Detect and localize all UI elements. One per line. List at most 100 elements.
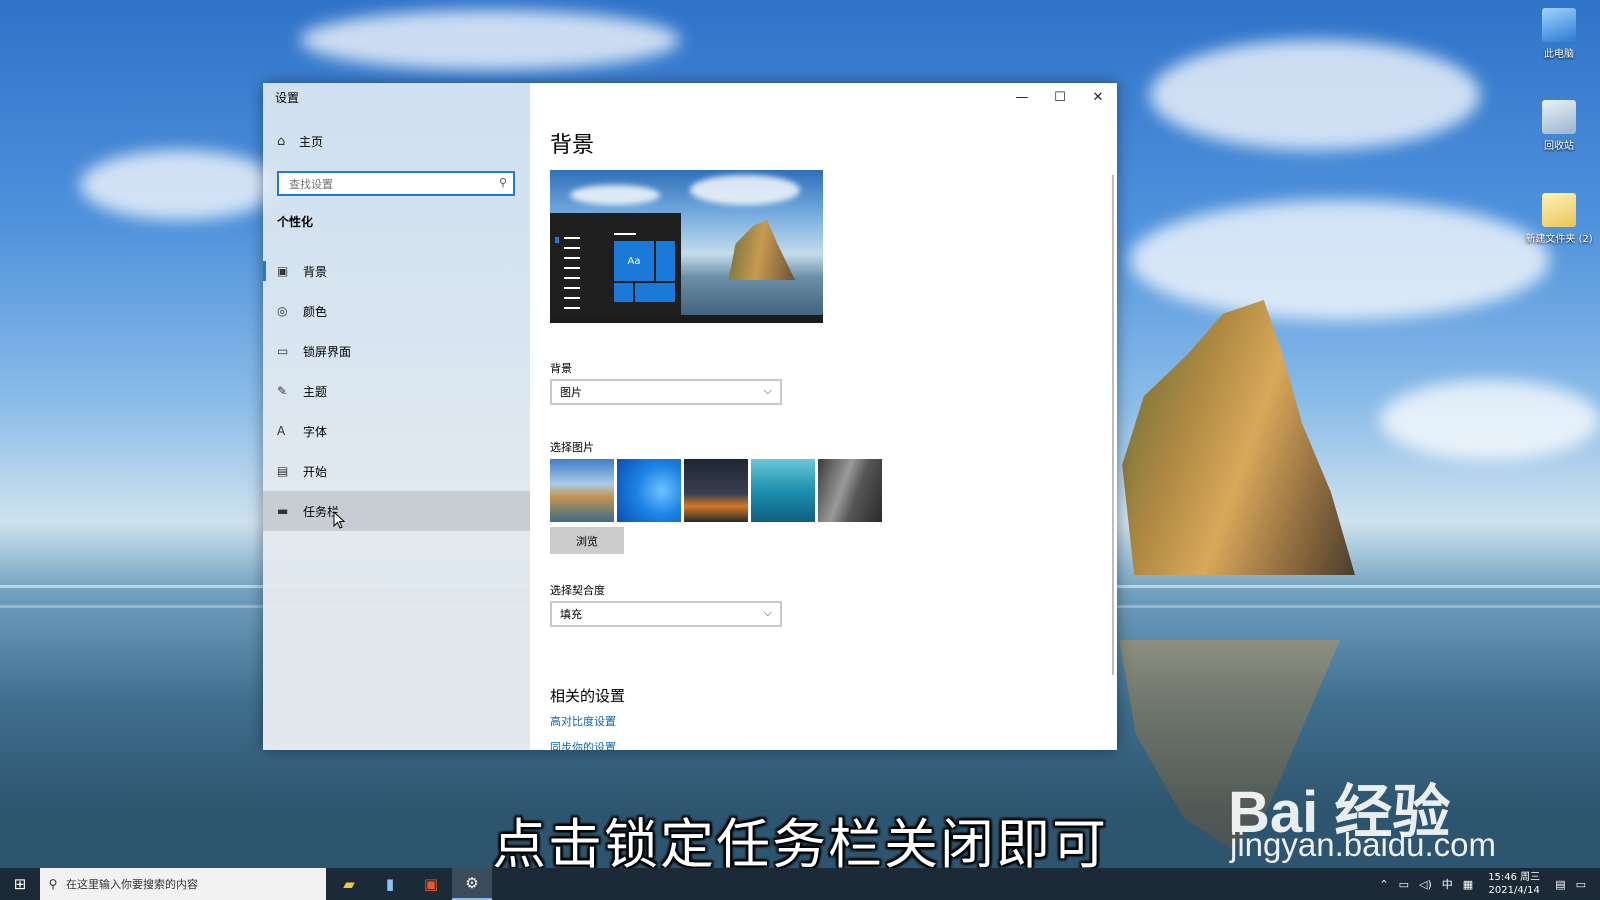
choose-picture-label: 选择图片 <box>550 441 594 454</box>
clock[interactable]: 15:46 周三 2021/4/14 <box>1488 871 1540 897</box>
action-center-icon[interactable]: ▭ <box>1576 878 1586 891</box>
preview-cloud <box>690 175 800 205</box>
preview-rock <box>728 220 795 280</box>
picture-thumbnail[interactable] <box>684 459 748 522</box>
high-contrast-link[interactable]: 高对比度设置 <box>550 713 616 729</box>
computer-icon <box>1542 8 1576 42</box>
minimize-button[interactable]: — <box>1003 83 1041 111</box>
picture-icon: ▣ <box>277 264 289 278</box>
preview-tile <box>635 283 675 302</box>
sync-settings-link[interactable]: 同步你的设置 <box>550 739 616 750</box>
preview-tile <box>656 241 675 281</box>
file-explorer-icon: ▰ <box>343 875 355 893</box>
sidebar-item-label: 字体 <box>303 424 328 439</box>
start-button[interactable]: ⊞ <box>0 868 40 900</box>
picture-thumbnail[interactable] <box>550 459 614 522</box>
sidebar-item-lock-screen[interactable]: ▭ 锁屏界面 <box>263 331 530 371</box>
chevron-up-icon[interactable]: ⌃ <box>1379 878 1388 891</box>
nav-home-label: 主页 <box>299 135 324 149</box>
preview-menu-line <box>614 233 636 235</box>
ime-indicator[interactable]: 中 <box>1442 876 1453 892</box>
office-icon: ▣ <box>423 875 439 893</box>
window-title: 设置 <box>275 91 300 105</box>
keyboard-icon[interactable]: ▦ <box>1463 878 1473 891</box>
desktop-icon-this-pc[interactable]: 此电脑 <box>1520 8 1598 60</box>
system-tray: ⌃ ▭ ◁) 中 ▦ 15:46 周三 2021/4/14 ▤ ▭ <box>1374 868 1600 900</box>
sidebar-item-label: 开始 <box>303 464 328 479</box>
content-scrollbar[interactable] <box>1112 175 1114 675</box>
taskbar-search-placeholder: 在这里输入你要搜索的内容 <box>66 878 198 891</box>
chevron-down-icon: ⌵ <box>763 606 772 619</box>
desktop-icon-label: 此电脑 <box>1544 49 1574 60</box>
chevron-down-icon: ⌵ <box>763 384 772 397</box>
clock-time: 15:46 周三 <box>1488 872 1541 883</box>
settings-sidebar: 设置 ⌂ 主页 ⚲ 个性化 ▣ 背景 ◎ 颜色 ▭ 锁屏界面 ✎ <box>263 83 530 750</box>
taskbar-search[interactable]: ⚲ 在这里输入你要搜索的内容 <box>40 868 326 900</box>
notepad-icon: ▮ <box>385 875 395 893</box>
recycle-bin-icon <box>1542 100 1576 134</box>
sidebar-item-background[interactable]: ▣ 背景 <box>263 251 530 291</box>
picture-thumbnails <box>550 459 882 522</box>
sidebar-item-label: 颜色 <box>303 304 328 319</box>
preview-menu-line <box>564 237 580 239</box>
preview-menu-line <box>564 297 580 299</box>
preview-start-menu: Aa <box>550 213 681 323</box>
cloud <box>300 10 680 70</box>
taskbar-app-file-explorer[interactable]: ▰ <box>329 868 369 900</box>
settings-icon: ⚙ <box>465 874 479 892</box>
picture-thumbnail[interactable] <box>818 459 882 522</box>
taskbar-icon: ▬ <box>277 504 289 518</box>
preview-menu-line <box>564 287 580 289</box>
section-title: 个性化 <box>277 215 314 229</box>
preview-cloud <box>570 185 660 205</box>
notification-icon[interactable]: ▤ <box>1555 878 1565 891</box>
preview-menu-line <box>564 267 580 269</box>
preview-menu-mark <box>555 237 559 243</box>
palette-icon: ◎ <box>277 304 288 318</box>
fit-dropdown[interactable]: 填充 ⌵ <box>550 601 782 627</box>
maximize-button[interactable]: ☐ <box>1041 83 1079 111</box>
browse-button[interactable]: 浏览 <box>550 527 624 554</box>
personalization-nav: ▣ 背景 ◎ 颜色 ▭ 锁屏界面 ✎ 主题 A 字体 ▤ 开始 ▬ 任务栏 <box>263 251 530 531</box>
volume-icon[interactable]: ◁) <box>1419 878 1432 891</box>
nav-home[interactable]: ⌂ 主页 <box>277 133 323 150</box>
taskbar-app-settings[interactable]: ⚙ <box>452 868 492 900</box>
cloud <box>80 150 280 220</box>
sidebar-item-label: 背景 <box>303 264 328 279</box>
sidebar-item-start[interactable]: ▤ 开始 <box>263 451 530 491</box>
network-icon[interactable]: ▭ <box>1399 878 1409 891</box>
preview-tile <box>614 283 633 302</box>
desktop-icon-new-folder[interactable]: 新建文件夹 (2) <box>1520 193 1598 245</box>
sidebar-item-label: 主题 <box>303 384 328 399</box>
sidebar-item-label: 锁屏界面 <box>303 344 352 359</box>
dropdown-value: 图片 <box>560 386 582 399</box>
sidebar-item-colors[interactable]: ◎ 颜色 <box>263 291 530 331</box>
dropdown-value: 填充 <box>560 608 582 621</box>
preview-tile: Aa <box>614 241 654 281</box>
search-icon[interactable]: ⚲ <box>499 176 507 189</box>
search-input[interactable] <box>287 173 491 196</box>
background-type-dropdown[interactable]: 图片 ⌵ <box>550 379 782 405</box>
start-icon: ▤ <box>277 464 289 478</box>
related-settings-title: 相关的设置 <box>550 687 626 705</box>
home-icon: ⌂ <box>277 134 286 149</box>
font-icon: A <box>277 424 286 438</box>
window-controls: — ☐ ✕ <box>1003 83 1117 111</box>
preview-menu-line <box>564 307 580 309</box>
lock-screen-icon: ▭ <box>277 344 289 358</box>
preview-menu-line <box>564 257 580 259</box>
taskbar-app-office[interactable]: ▣ <box>411 868 451 900</box>
background-label: 背景 <box>550 362 572 375</box>
picture-thumbnail[interactable] <box>617 459 681 522</box>
sidebar-item-themes[interactable]: ✎ 主题 <box>263 371 530 411</box>
taskbar-app-notepad[interactable]: ▮ <box>370 868 410 900</box>
desktop-icon-recycle-bin[interactable]: 回收站 <box>1520 100 1598 152</box>
picture-thumbnail[interactable] <box>751 459 815 522</box>
sidebar-item-taskbar[interactable]: ▬ 任务栏 <box>263 491 530 531</box>
preview-menu-line <box>564 247 580 249</box>
cloud <box>1150 40 1480 150</box>
folder-icon <box>1542 193 1576 227</box>
close-button[interactable]: ✕ <box>1079 83 1117 111</box>
theme-icon: ✎ <box>277 384 288 398</box>
sidebar-item-fonts[interactable]: A 字体 <box>263 411 530 451</box>
